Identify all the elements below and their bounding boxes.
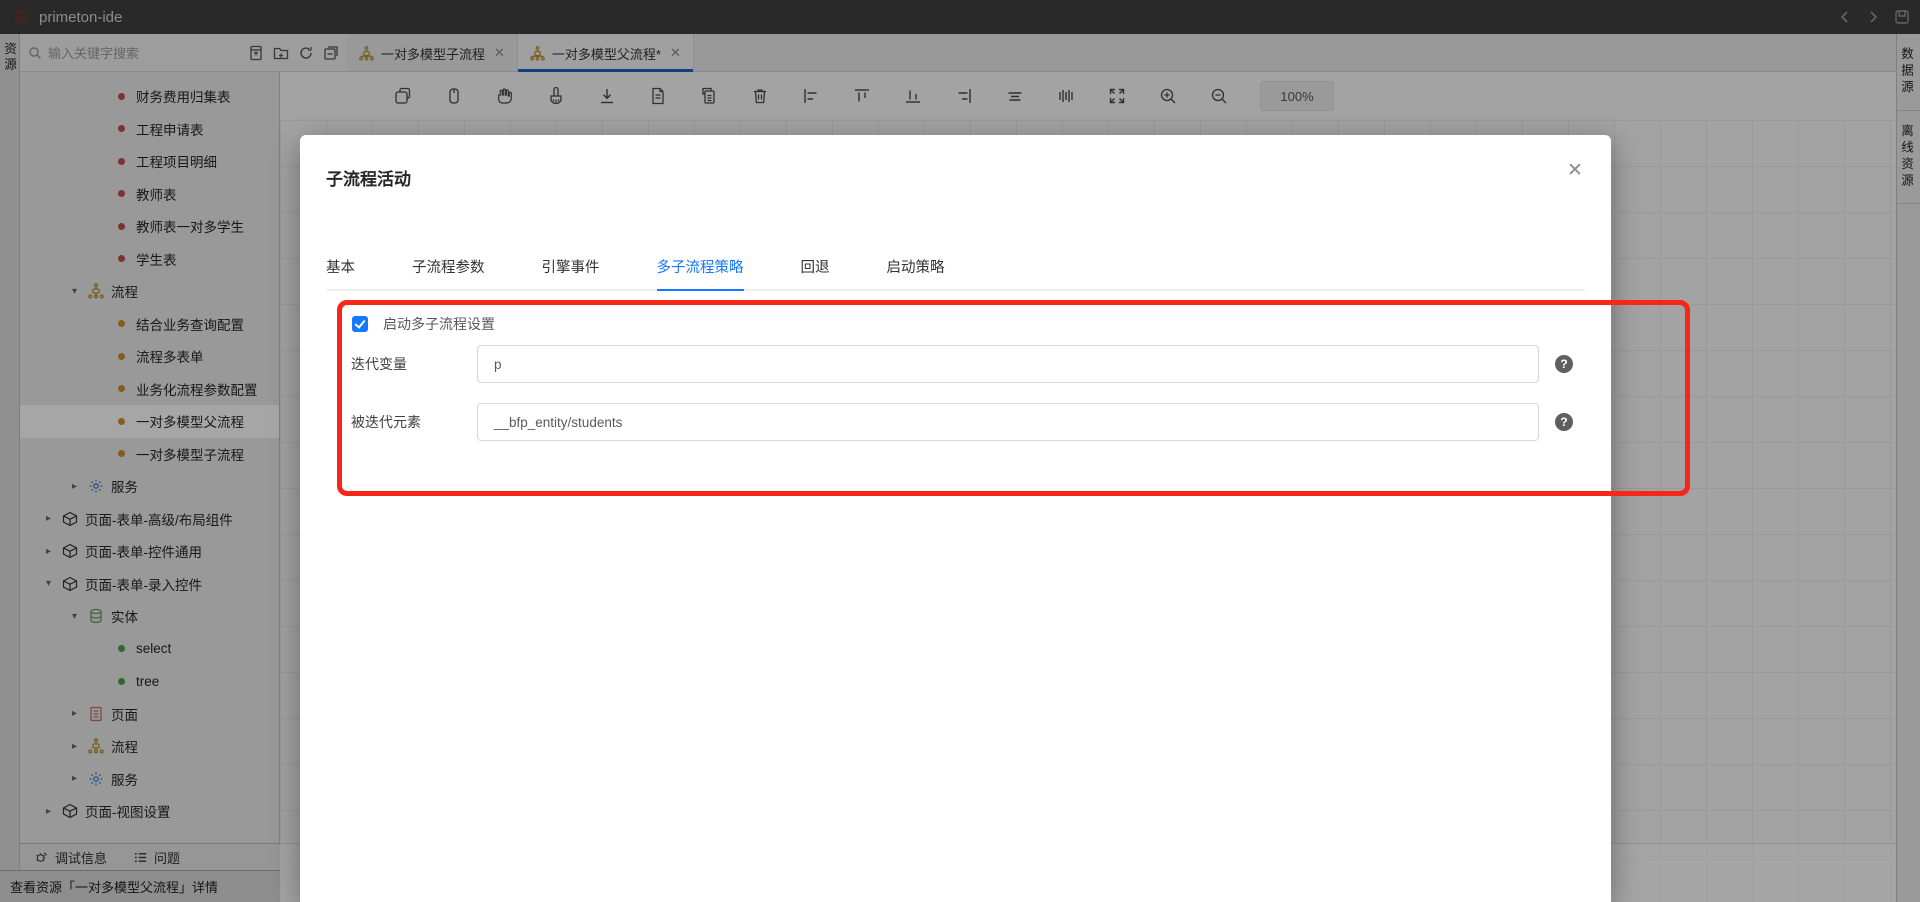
checkbox-label: 启动多子流程设置 <box>383 314 495 334</box>
tab-basic[interactable]: 基本 <box>326 243 355 289</box>
help-icon[interactable]: ? <box>1555 355 1573 373</box>
tab-start-strategy[interactable]: 启动策略 <box>887 243 945 289</box>
iteration-variable-input[interactable]: p <box>477 345 1539 383</box>
iterated-element-input[interactable]: __bfp_entity/students <box>477 403 1539 441</box>
iterated-element-label: 被迭代元素 <box>351 412 471 432</box>
enable-multi-subprocess-row: 启动多子流程设置 <box>352 314 495 334</box>
help-icon[interactable]: ? <box>1555 413 1573 431</box>
iteration-variable-label: 迭代变量 <box>351 354 471 374</box>
close-icon[interactable]: ✕ <box>1565 161 1585 181</box>
tab-rollback[interactable]: 回退 <box>801 243 830 289</box>
enable-multi-subprocess-checkbox[interactable] <box>352 316 368 332</box>
dialog-tab-bar: 基本 子流程参数 引擎事件 多子流程策略 回退 启动策略 <box>326 243 1585 291</box>
subprocess-activity-dialog: 子流程活动 ✕ 基本 子流程参数 引擎事件 多子流程策略 回退 启动策略 启动多… <box>300 135 1611 902</box>
dialog-title: 子流程活动 <box>326 165 411 190</box>
tab-multi-subprocess-strategy[interactable]: 多子流程策略 <box>657 243 744 291</box>
tab-subprocess-params[interactable]: 子流程参数 <box>412 243 485 289</box>
tab-engine-events[interactable]: 引擎事件 <box>542 243 600 289</box>
